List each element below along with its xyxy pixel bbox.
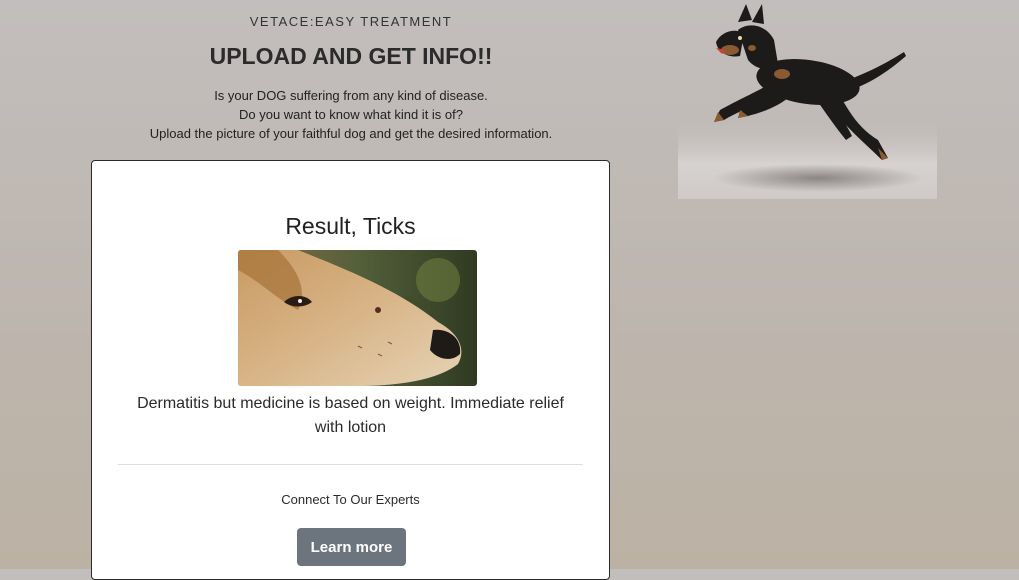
connect-text: Connect To Our Experts — [281, 492, 420, 507]
intro-line: Upload the picture of your faithful dog … — [149, 126, 553, 141]
result-card: Result, Ticks Dermatitis but medicine is… — [91, 160, 610, 580]
learn-more-button[interactable]: Learn more — [297, 528, 406, 566]
dog-ticks-photo — [238, 250, 477, 386]
intro-line: Do you want to know what kind it is of? — [238, 107, 463, 122]
intro-line: Is your DOG suffering from any kind of d… — [214, 88, 488, 103]
jumping-dog-image — [678, 0, 937, 199]
divider — [118, 464, 583, 465]
brand-title: VETACE:EASY TREATMENT — [249, 14, 453, 29]
intro-text: Is your DOG suffering from any kind of d… — [0, 86, 702, 143]
page-title: UPLOAD AND GET INFO!! — [209, 43, 493, 69]
result-description: Dermatitis but medicine is based on weig… — [137, 395, 564, 436]
result-title: Result, Ticks — [285, 213, 416, 239]
